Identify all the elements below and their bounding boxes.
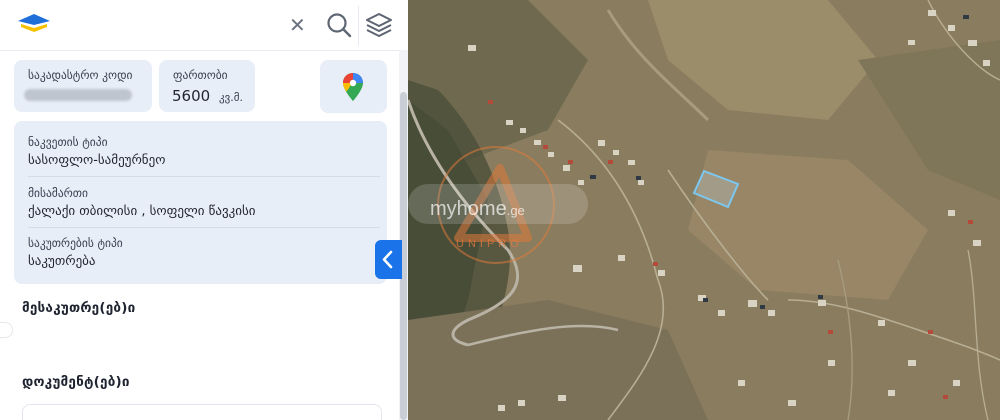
documents-section-title: დოკუმენტ(ებ)ი <box>22 374 130 390</box>
info-panel: ✕ საკადასტრო კოდი ფართობი 5600 კვ.მ. ნაკ… <box>0 0 408 420</box>
row-divider <box>28 227 380 228</box>
row-divider <box>28 176 380 177</box>
watermark-suffix: .ge <box>506 203 525 218</box>
area-unit: კვ.მ. <box>219 91 243 104</box>
close-icon[interactable]: ✕ <box>289 13 306 37</box>
address-label: მისამართი <box>28 186 88 200</box>
toolbar-divider <box>358 6 359 46</box>
ownership-type-label: საკუთრების ტიპი <box>28 236 123 250</box>
top-bar: ✕ <box>0 0 408 51</box>
layers-icon[interactable] <box>364 10 394 40</box>
watermark-sub: UNIPRO <box>456 238 523 250</box>
cadastral-code-value-redacted <box>24 89 132 101</box>
open-in-google-maps-button[interactable] <box>320 60 387 113</box>
documents-list <box>22 404 382 420</box>
collapse-panel-button[interactable] <box>375 240 402 279</box>
google-maps-pin-icon <box>343 73 363 101</box>
parcel-type-label: ნაკვეთის ტიპი <box>28 135 108 149</box>
satellite-map[interactable]: myhome.ge UNIPRO <box>408 0 1000 420</box>
parcel-type-value: სასოფლო-სამეურნეო <box>28 153 166 168</box>
panel-scrollbar[interactable] <box>399 50 408 420</box>
owners-section-title: მესაკუთრე(ებ)ი <box>22 300 136 316</box>
parcel-details-card: ნაკვეთის ტიპი სასოფლო-სამეურნეო მისამართ… <box>14 121 387 284</box>
chevron-left-icon <box>382 250 393 269</box>
edge-handle[interactable] <box>0 323 12 337</box>
watermark-brand: myhome <box>430 198 507 220</box>
cadastral-code-label: საკადასტრო კოდი <box>28 68 133 82</box>
cadastral-code-card: საკადასტრო კოდი <box>14 60 152 112</box>
area-card: ფართობი 5600 კვ.მ. <box>159 60 255 112</box>
address-value: ქალაქი თბილისი , სოფელი წავკისი <box>28 204 256 219</box>
search-icon[interactable] <box>324 10 354 40</box>
area-value: 5600 <box>172 87 211 105</box>
watermark-text: myhome.ge <box>430 198 525 221</box>
area-label: ფართობი <box>173 68 228 82</box>
app-logo-icon[interactable] <box>16 12 52 34</box>
ownership-type-value: საკუთრება <box>28 254 96 269</box>
